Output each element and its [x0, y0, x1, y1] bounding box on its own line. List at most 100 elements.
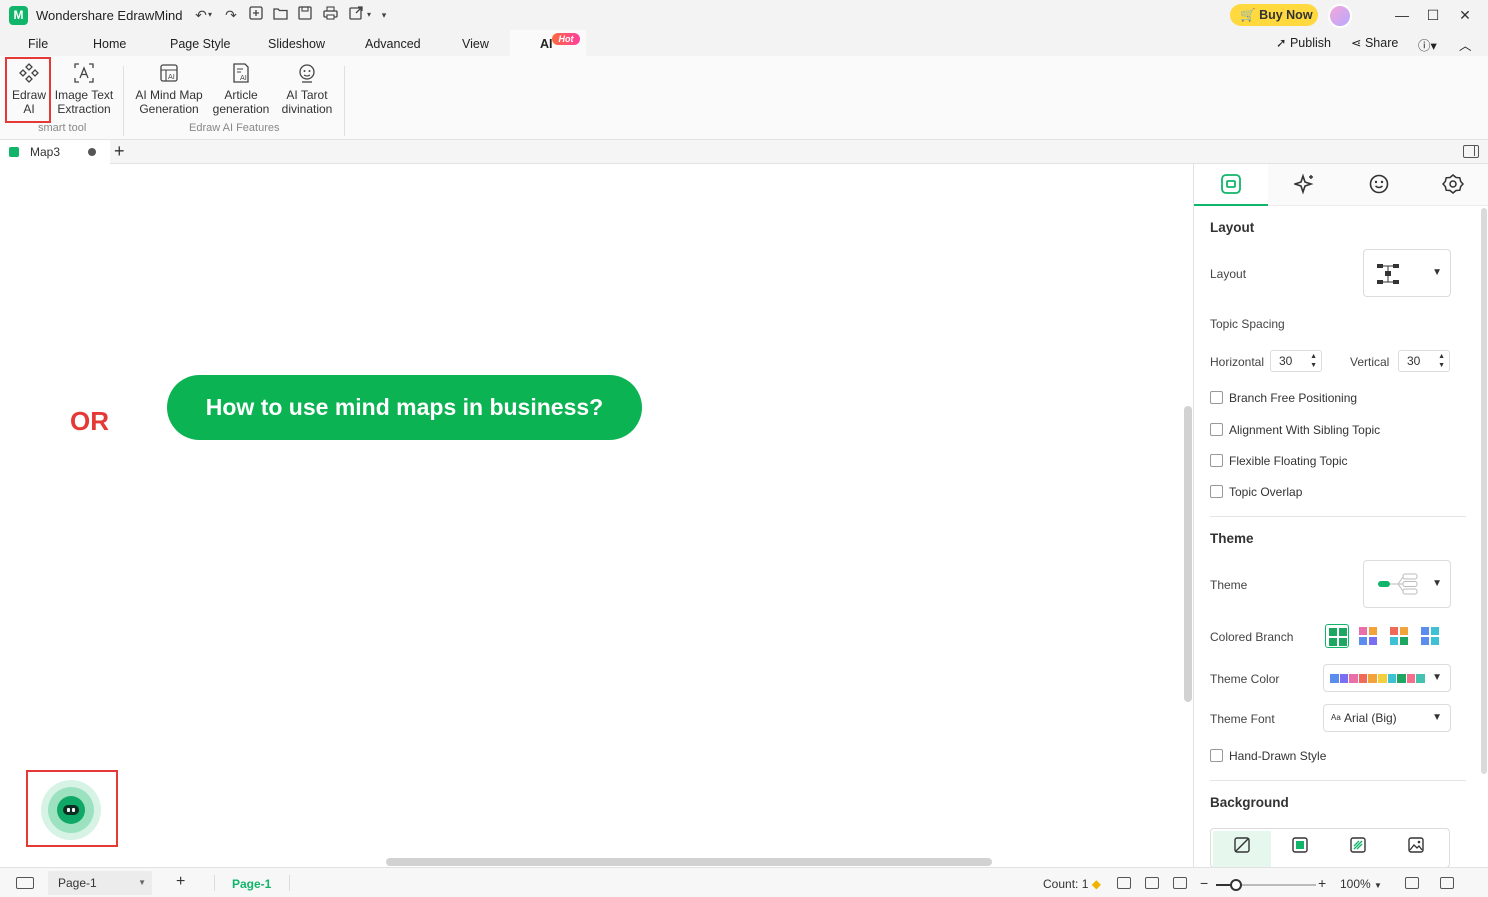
background-texture-option[interactable]	[1329, 831, 1387, 867]
layout-dropdown[interactable]: ▼	[1363, 249, 1451, 297]
chevron-down-icon: ▼	[1432, 578, 1442, 589]
collapse-panel-icon[interactable]	[1440, 877, 1454, 889]
buy-now-label: Buy Now	[1259, 8, 1313, 22]
publish-button[interactable]: ➚ Publish	[1276, 35, 1331, 50]
tab-page-format[interactable]	[1194, 164, 1268, 206]
svg-text:AI: AI	[168, 73, 175, 81]
colored-branch-option[interactable]	[1356, 624, 1380, 648]
alignment-sibling-topic-checkbox[interactable]: Alignment With Sibling Topic	[1210, 423, 1380, 437]
checkbox-label: Branch Free Positioning	[1229, 391, 1358, 405]
tarot-icon	[299, 64, 315, 83]
theme-color-dropdown[interactable]: ▼	[1323, 664, 1451, 692]
page-select[interactable]: Page-1 ▼	[48, 871, 152, 895]
add-tab-icon[interactable]: +	[114, 141, 125, 162]
tarot-label-1: AI Tarot	[286, 88, 328, 102]
ai-mind-map-generation-button[interactable]: AI AI Mind Map Generation	[133, 62, 205, 116]
smiley-icon	[1369, 174, 1389, 194]
horizontal-spacing-input[interactable]: 30 ▲ ▼	[1270, 350, 1322, 372]
zoom-in-icon[interactable]: +	[1318, 875, 1326, 891]
undo-dropdown-icon[interactable]: ▾	[204, 5, 216, 25]
page-format-icon	[1221, 174, 1241, 194]
redo-icon[interactable]: ↷	[220, 5, 242, 25]
fullscreen-icon[interactable]	[1405, 877, 1419, 889]
ai-assistant-button[interactable]	[41, 780, 101, 840]
section-divider	[1210, 516, 1466, 517]
menu-home[interactable]: Home	[93, 37, 126, 51]
zoom-level[interactable]: 100% ▼	[1340, 877, 1382, 891]
page-panel-icon[interactable]	[16, 877, 34, 889]
colored-branch-option[interactable]	[1325, 624, 1349, 648]
fit-screen-icon[interactable]	[1173, 877, 1187, 889]
hand-drawn-style-checkbox[interactable]: Hand-Drawn Style	[1210, 749, 1326, 763]
theme-font-dropdown[interactable]: Aa Arial (Big) ▼	[1323, 704, 1451, 732]
checkbox-icon	[1210, 454, 1223, 467]
tab-icons[interactable]	[1342, 164, 1416, 206]
count-label: Count: 1	[1043, 877, 1089, 891]
stepper-arrows-icon[interactable]: ▲ ▼	[1310, 352, 1317, 370]
open-folder-icon[interactable]	[269, 5, 291, 25]
publish-label: Publish	[1289, 36, 1331, 50]
horizontal-label: Horizontal	[1210, 355, 1265, 369]
add-page-icon[interactable]: +	[176, 873, 185, 891]
zoom-out-icon[interactable]: −	[1200, 875, 1208, 891]
theme-color-swatch	[1406, 674, 1416, 683]
panel-toggle-icon[interactable]	[1463, 145, 1479, 158]
title-bar: M Wondershare EdrawMind ↶ ▾ ↷ ▾ ▾ 🛒 Buy …	[0, 0, 1488, 30]
topic-overlap-checkbox[interactable]: Topic Overlap	[1210, 485, 1302, 499]
collapse-ribbon-icon[interactable]: ︿	[1459, 35, 1472, 54]
zoom-slider[interactable]	[1216, 879, 1316, 891]
colored-branch-option[interactable]	[1418, 624, 1442, 648]
color-fill-icon	[1292, 837, 1308, 853]
save-icon[interactable]	[294, 5, 316, 25]
unsaved-indicator-icon[interactable]	[88, 148, 96, 156]
flexible-floating-topic-checkbox[interactable]: Flexible Floating Topic	[1210, 454, 1348, 468]
avatar[interactable]	[1328, 4, 1352, 28]
image-text-extraction-button[interactable]: Image Text Extraction	[54, 62, 114, 116]
close-icon[interactable]: ✕	[1453, 4, 1477, 26]
share-button[interactable]: ⋖ Share	[1351, 35, 1398, 50]
branch-free-positioning-checkbox[interactable]: Branch Free Positioning	[1210, 391, 1357, 405]
or-annotation: OR	[70, 406, 109, 436]
page-tab-active[interactable]: Page-1	[232, 877, 271, 891]
vertical-spacing-input[interactable]: 30 ▲ ▼	[1398, 350, 1450, 372]
buy-now-button[interactable]: 🛒 Buy Now	[1230, 4, 1318, 26]
background-image-option[interactable]	[1387, 831, 1445, 867]
ai-mindmap-label-1: AI Mind Map	[135, 88, 203, 102]
panel-scrollbar[interactable]	[1481, 208, 1487, 774]
vertical-scrollbar[interactable]	[1184, 406, 1192, 702]
theme-color-swatch	[1416, 674, 1425, 683]
tab-settings[interactable]	[1416, 164, 1488, 206]
stepper-arrows-icon[interactable]: ▲ ▼	[1438, 352, 1445, 370]
article-generation-button[interactable]: AI Article generation	[210, 62, 272, 116]
colored-branch-option[interactable]	[1387, 624, 1411, 648]
menu-file[interactable]: File	[28, 37, 48, 51]
print-icon[interactable]	[319, 5, 341, 25]
minimize-icon[interactable]: —	[1390, 4, 1414, 26]
ai-assistant-highlight	[26, 770, 118, 847]
menu-view[interactable]: View	[462, 37, 489, 51]
horizontal-scrollbar[interactable]	[386, 858, 992, 866]
menu-ai[interactable]: AI Hot	[510, 30, 586, 56]
mindmap-canvas[interactable]: OR How to use mind maps in business?	[0, 164, 1193, 867]
doc-tab-map3[interactable]: Map3	[0, 140, 110, 164]
menu-bar: File Home Page Style Slideshow Advanced …	[0, 30, 1488, 56]
export-dropdown-icon[interactable]: ▾	[363, 5, 375, 25]
zoom-slider-handle[interactable]	[1230, 879, 1242, 891]
checkbox-icon	[1210, 391, 1223, 404]
menu-slideshow[interactable]: Slideshow	[268, 37, 325, 51]
help-icon[interactable]: ⓘ▾	[1418, 35, 1437, 54]
maximize-icon[interactable]: ☐	[1421, 4, 1445, 26]
ai-tarot-divination-button[interactable]: AI Tarot divination	[277, 62, 337, 116]
book-view-icon[interactable]	[1117, 877, 1131, 889]
font-icon: Aa	[1331, 713, 1341, 722]
fit-page-icon[interactable]	[1145, 877, 1159, 889]
tab-ai-style[interactable]	[1268, 164, 1342, 206]
new-file-icon[interactable]	[245, 5, 267, 25]
background-none-option[interactable]	[1213, 831, 1271, 867]
central-topic[interactable]: How to use mind maps in business?	[167, 375, 642, 440]
theme-dropdown[interactable]: ▼	[1363, 560, 1451, 608]
menu-page-style[interactable]: Page Style	[170, 37, 230, 51]
background-color-option[interactable]	[1271, 831, 1329, 867]
menu-advanced[interactable]: Advanced	[365, 37, 421, 51]
customize-toolbar-icon[interactable]: ▾	[378, 5, 390, 25]
